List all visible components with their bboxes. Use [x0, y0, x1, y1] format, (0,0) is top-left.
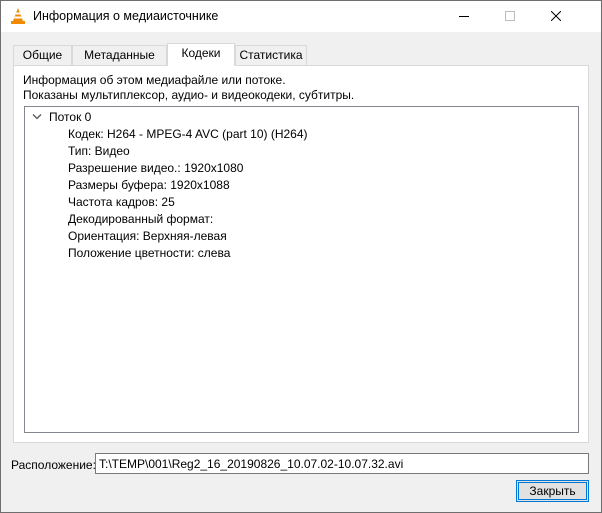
- location-field[interactable]: [95, 453, 589, 474]
- vlc-cone-icon: [11, 8, 25, 24]
- tree-item[interactable]: Декодированный формат:: [68, 212, 213, 229]
- minimize-button[interactable]: [441, 1, 487, 32]
- codecs-description-line-2: Показаны мультиплексор, аудио- и видеоко…: [23, 88, 355, 102]
- tab-statistics[interactable]: Статистика: [235, 45, 307, 65]
- chevron-down-icon[interactable]: [32, 113, 42, 121]
- tree-item[interactable]: Ориентация: Верхняя-левая: [68, 229, 227, 246]
- tab-metadata[interactable]: Метаданные: [72, 45, 167, 65]
- tab-general[interactable]: Общие: [13, 45, 72, 65]
- codecs-description-line-1: Информация об этом медиафайле или потоке…: [23, 73, 286, 87]
- tree-node-label: Поток 0: [49, 110, 92, 124]
- window-title: Информация о медиаисточнике: [33, 9, 219, 23]
- tree-item[interactable]: Разрешение видео.: 1920x1080: [68, 161, 243, 178]
- location-label: Расположение:: [11, 458, 96, 472]
- maximize-button[interactable]: [487, 1, 533, 32]
- title-bar[interactable]: Информация о медиаисточнике: [1, 1, 601, 32]
- codecs-panel: Информация об этом медиафайле или потоке…: [13, 65, 589, 443]
- minimize-icon: [459, 16, 469, 17]
- tab-codecs[interactable]: Кодеки: [167, 43, 235, 66]
- media-info-window: Информация о медиаисточнике Общие Метада…: [0, 0, 602, 513]
- close-button-label: Закрыть: [529, 484, 576, 498]
- close-icon: [551, 11, 561, 21]
- tree-item[interactable]: Кодек: H264 - MPEG-4 AVC (part 10) (H264…: [68, 127, 308, 144]
- maximize-icon: [505, 11, 515, 21]
- close-button[interactable]: Закрыть: [516, 480, 589, 502]
- tree-item[interactable]: Положение цветности: слева: [68, 246, 230, 263]
- close-window-button[interactable]: [533, 1, 579, 32]
- tree-item[interactable]: Размеры буфера: 1920x1088: [68, 178, 230, 195]
- codec-tree[interactable]: Поток 0 Кодек: H264 - MPEG-4 AVC (part 1…: [24, 106, 579, 433]
- tree-item[interactable]: Тип: Видео: [68, 144, 130, 161]
- tree-item[interactable]: Частота кадров: 25: [68, 195, 175, 212]
